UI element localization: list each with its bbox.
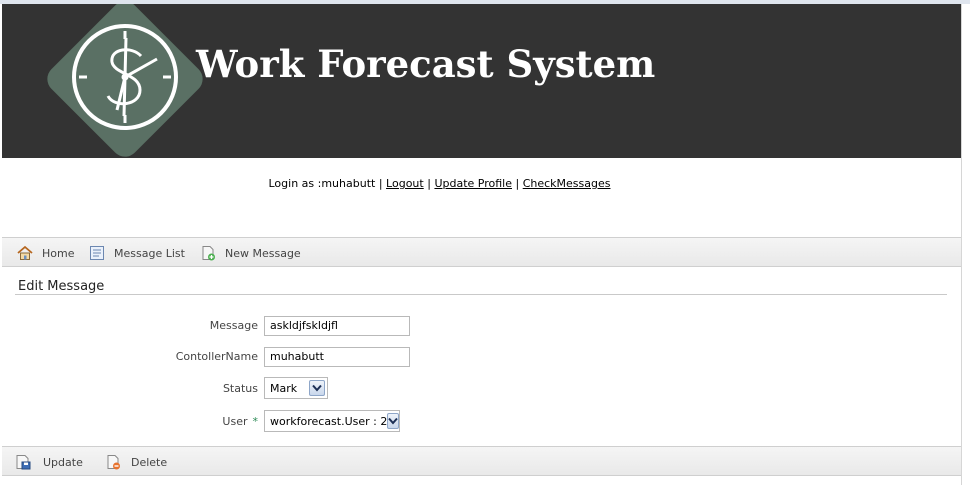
login-line: Login as :muhabutt | Logout | Update Pro… xyxy=(2,177,877,190)
delete-label: Delete xyxy=(131,455,168,469)
status-select[interactable]: Mark xyxy=(264,377,328,399)
delete-icon xyxy=(105,454,121,470)
separator: | xyxy=(427,177,431,190)
required-marker: * xyxy=(252,415,259,428)
page: Work Forecast System Login as :muhabutt … xyxy=(0,0,970,485)
message-list-button[interactable]: Message List xyxy=(89,244,185,262)
site-header: Work Forecast System xyxy=(2,4,961,158)
controller-name-input[interactable]: muhabutt xyxy=(264,347,410,367)
message-input[interactable]: askldjfskldjfl xyxy=(264,316,410,336)
separator: | xyxy=(515,177,520,190)
message-list-label: Message List xyxy=(114,246,185,260)
section-title: Edit Message xyxy=(18,279,105,294)
update-label: Update xyxy=(43,455,83,469)
window-right-edge xyxy=(961,4,970,485)
app-title: Work Forecast System xyxy=(196,42,656,86)
status-label: Status xyxy=(222,382,258,395)
status-selected-value: Mark xyxy=(270,381,298,395)
message-list-icon xyxy=(89,245,105,261)
logout-link[interactable]: Logout xyxy=(386,177,424,190)
separator: | xyxy=(378,177,383,190)
clock-dollar-logo-icon xyxy=(44,4,214,158)
new-message-button[interactable]: New Message xyxy=(200,244,301,262)
update-button[interactable]: Update xyxy=(15,453,83,471)
action-toolbar: Update Delete xyxy=(2,446,961,476)
bottom-strip xyxy=(2,476,961,485)
chevron-down-icon[interactable] xyxy=(309,380,325,396)
update-profile-link[interactable]: Update Profile xyxy=(434,177,512,190)
home-button[interactable]: Home xyxy=(17,244,74,262)
nav-toolbar: Home Message List New Message xyxy=(2,237,961,267)
check-messages-link[interactable]: CheckMessages xyxy=(523,177,611,190)
delete-button[interactable]: Delete xyxy=(105,453,167,471)
user-selected-value: workforecast.User : 2 xyxy=(270,414,388,428)
section-divider xyxy=(15,294,947,295)
new-message-label: New Message xyxy=(225,246,301,260)
user-label: User * xyxy=(8,415,258,428)
home-icon xyxy=(17,245,33,261)
controller-name-label: ContollerName xyxy=(175,350,258,363)
update-icon xyxy=(15,454,31,470)
chevron-down-icon[interactable] xyxy=(387,413,400,429)
home-label: Home xyxy=(42,246,75,260)
new-message-icon xyxy=(200,245,216,261)
login-status-text: Login as :muhabutt xyxy=(268,177,376,190)
message-label: Message xyxy=(209,319,258,332)
login-bar: Login as :muhabutt | Logout | Update Pro… xyxy=(2,158,961,237)
user-select[interactable]: workforecast.User : 2 xyxy=(264,410,400,432)
user-label-text: User xyxy=(222,415,248,428)
